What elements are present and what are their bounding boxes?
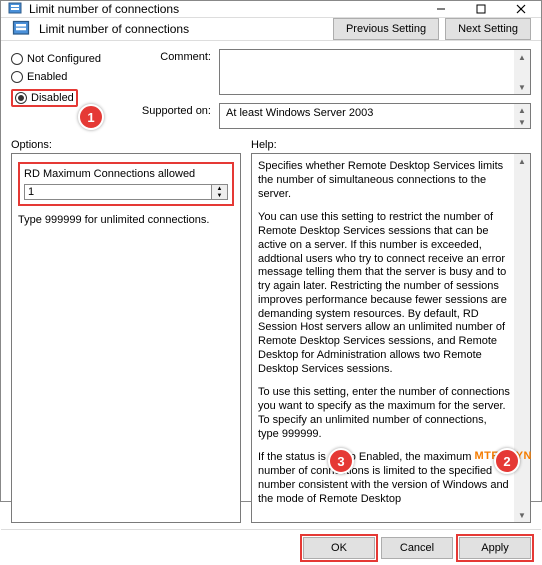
radio-not-configured[interactable]: Not Configured xyxy=(11,53,131,65)
radio-icon xyxy=(11,71,23,83)
next-setting-button[interactable]: Next Setting xyxy=(445,18,531,40)
annotation-callout-2: 2 xyxy=(494,448,520,474)
spin-up-icon[interactable]: ▲ xyxy=(212,185,227,192)
scroll-up-icon[interactable]: ▲ xyxy=(514,50,530,64)
policy-icon xyxy=(11,19,31,39)
comment-label: Comment: xyxy=(131,49,211,95)
apply-button[interactable]: Apply xyxy=(459,537,531,559)
scroll-down-icon[interactable]: ▼ xyxy=(514,508,530,522)
dialog-footer: OK Cancel Apply xyxy=(1,529,541,565)
rd-max-label: RD Maximum Connections allowed xyxy=(24,168,228,180)
supported-text: At least Windows Server 2003 ▲ ▼ xyxy=(219,103,531,129)
panels: RD Maximum Connections allowed ▲ ▼ Type … xyxy=(1,153,541,529)
radio-enabled[interactable]: Enabled xyxy=(11,71,131,83)
options-label: Options: xyxy=(11,139,241,151)
titlebar: Limit number of connections xyxy=(1,1,541,18)
subheader: Limit number of connections Previous Set… xyxy=(1,18,541,41)
spinner[interactable]: ▲ ▼ xyxy=(212,184,228,200)
rd-max-input[interactable]: ▲ ▼ xyxy=(24,184,228,200)
scrollbar[interactable]: ▲ ▼ xyxy=(514,50,530,94)
options-panel: RD Maximum Connections allowed ▲ ▼ Type … xyxy=(11,153,241,523)
comment-textarea[interactable]: ▲ ▼ xyxy=(219,49,531,95)
spin-down-icon[interactable]: ▼ xyxy=(212,192,227,199)
maximize-button[interactable] xyxy=(461,1,501,17)
ok-button[interactable]: OK xyxy=(303,537,375,559)
help-paragraph: If the status is set to Enabled, the max… xyxy=(258,451,510,506)
scrollbar[interactable]: ▲ ▼ xyxy=(514,104,530,128)
meta-fields: Comment: ▲ ▼ Supported on: At least Wind… xyxy=(131,49,531,129)
close-button[interactable] xyxy=(501,1,541,17)
options-hint: Type 999999 for unlimited connections. xyxy=(18,214,234,226)
scroll-down-icon[interactable]: ▼ xyxy=(514,80,530,94)
gpo-dialog: Limit number of connections Limit number… xyxy=(0,0,542,502)
window-buttons xyxy=(421,1,541,17)
supported-label: Supported on: xyxy=(131,103,211,129)
state-radios: Not Configured Enabled Disabled xyxy=(11,49,131,129)
cancel-button[interactable]: Cancel xyxy=(381,537,453,559)
scroll-up-icon[interactable]: ▲ xyxy=(514,104,530,116)
help-paragraph: You can use this setting to restrict the… xyxy=(258,211,510,376)
help-label: Help: xyxy=(251,139,531,151)
radio-label: Enabled xyxy=(27,71,67,83)
scroll-down-icon[interactable]: ▼ xyxy=(514,116,530,128)
minimize-button[interactable] xyxy=(421,1,461,17)
annotation-callout-3: 3 xyxy=(328,448,354,474)
radio-icon xyxy=(15,92,27,104)
help-paragraph: Specifies whether Remote Desktop Service… xyxy=(258,160,510,201)
rd-max-field[interactable] xyxy=(24,184,212,200)
policy-icon xyxy=(7,1,23,17)
section-labels: Options: Help: xyxy=(1,133,541,153)
radio-disabled[interactable]: Disabled xyxy=(11,89,78,107)
radio-icon xyxy=(11,53,23,65)
radio-label: Not Configured xyxy=(27,53,101,65)
rd-max-group: RD Maximum Connections allowed ▲ ▼ xyxy=(18,162,234,206)
previous-setting-button[interactable]: Previous Setting xyxy=(333,18,439,40)
window-title: Limit number of connections xyxy=(29,2,421,16)
annotation-callout-1: 1 xyxy=(78,104,104,130)
radio-label: Disabled xyxy=(31,92,74,104)
policy-name: Limit number of connections xyxy=(39,22,327,36)
help-panel: Specifies whether Remote Desktop Service… xyxy=(251,153,531,523)
help-paragraph: To use this setting, enter the number of… xyxy=(258,386,510,441)
scroll-up-icon[interactable]: ▲ xyxy=(514,154,530,168)
